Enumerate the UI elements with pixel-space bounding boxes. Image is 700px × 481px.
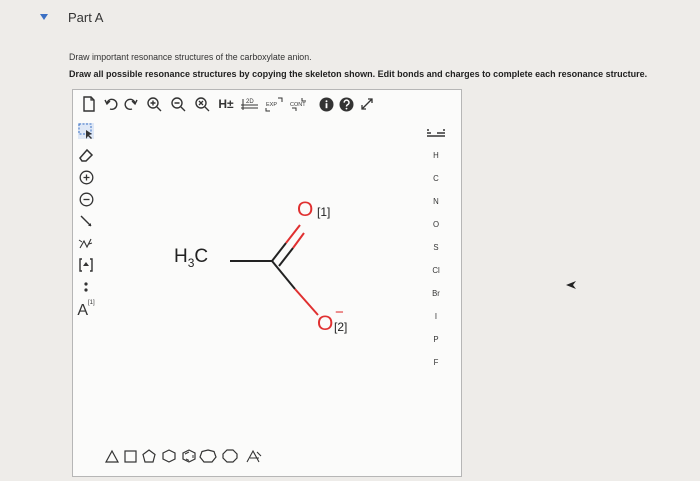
fullscreen-icon[interactable] [357,94,377,114]
carboxylate-structure [230,224,319,316]
arrow-tool-icon[interactable] [76,232,96,254]
element-i[interactable]: I [421,312,451,321]
cyclobutane-icon[interactable] [124,450,137,463]
contract-button[interactable]: CONT [287,94,313,114]
molecule-editor: H± 2D EXP CONT A [1] H3C O [1] O − [2] H… [72,89,462,477]
cyclohexane-icon[interactable] [162,449,176,463]
undo-icon[interactable] [103,94,119,114]
atom-map-number: [1] [88,300,95,306]
ring-templates [103,446,273,466]
methyl-group[interactable]: H3C [174,246,209,270]
clean-2d-button[interactable]: 2D [239,94,261,114]
cyclopropane-icon[interactable] [104,449,120,463]
oxygen-2-charge: − [335,304,344,321]
expand-button[interactable]: EXP [263,94,285,114]
element-n[interactable]: N [421,197,451,206]
bracket-tool-icon[interactable] [76,254,96,276]
bond-tool-icon[interactable] [76,210,96,232]
element-o[interactable]: O [421,220,451,229]
help-icon[interactable] [337,94,355,114]
editor-left-toolbar: A [1] [73,118,99,368]
hydrogen-toggle-button[interactable]: H± [215,94,237,114]
expand-label: EXP [266,102,277,108]
instruction-line-2: Draw all possible resonance structures b… [69,69,648,79]
mouse-pointer-icon [566,276,576,294]
element-h[interactable]: H [421,151,451,160]
redo-icon[interactable] [123,94,139,114]
positive-charge-icon[interactable] [76,166,96,188]
atom-map-tool[interactable]: A [1] [76,298,96,324]
oxygen-1-atom[interactable]: O [297,198,313,222]
lone-pair-icon[interactable] [76,276,96,298]
element-c[interactable]: C [421,174,451,183]
zoom-in-icon[interactable] [145,94,163,114]
element-cl[interactable]: Cl [421,266,451,275]
eraser-icon[interactable] [76,144,96,166]
methyl-subscript: 3 [187,256,195,270]
info-icon[interactable] [317,94,335,114]
methyl-h: H [174,246,188,267]
instruction-line-1: Draw important resonance structures of t… [69,52,312,62]
oxygen-1-map-label: [1] [317,205,331,219]
template-library-icon[interactable] [246,449,262,463]
part-title: Part A [68,10,104,25]
c-o-single-bond-lower[interactable] [271,260,296,290]
select-lasso-icon[interactable] [76,120,96,142]
contract-label: CONT [290,102,306,108]
element-br[interactable]: Br [421,289,451,298]
cyclopentane-icon[interactable] [142,449,156,463]
atom-map-letter: A [77,302,88,319]
c-o-single-bond-upper[interactable] [294,288,319,316]
oxygen-2-atom[interactable]: O [317,312,333,336]
cyclooctane-icon[interactable] [222,449,238,463]
oxygen-2-map-label: [2] [334,320,348,334]
benzene-icon[interactable] [182,449,196,463]
clean-2d-label: 2D [246,99,254,105]
methyl-c: C [194,246,209,267]
negative-charge-icon[interactable] [76,188,96,210]
zoom-out-icon[interactable] [169,94,187,114]
drawing-canvas[interactable]: H3C O [1] O − [2] [99,118,419,448]
element-s[interactable]: S [421,243,451,252]
element-p[interactable]: P [421,335,451,344]
c-o-double-bond-second-upper[interactable] [292,232,305,249]
collapse-caret-icon[interactable] [40,14,48,20]
element-palette: H C N O S Cl Br I P F [421,120,451,367]
element-f[interactable]: F [421,358,451,367]
zoom-fit-icon[interactable] [193,94,211,114]
new-document-icon[interactable] [81,94,97,114]
periodic-table-icon[interactable] [427,126,445,144]
editor-toolbar: H± 2D EXP CONT [73,90,461,118]
cycloheptane-icon[interactable] [199,449,217,463]
